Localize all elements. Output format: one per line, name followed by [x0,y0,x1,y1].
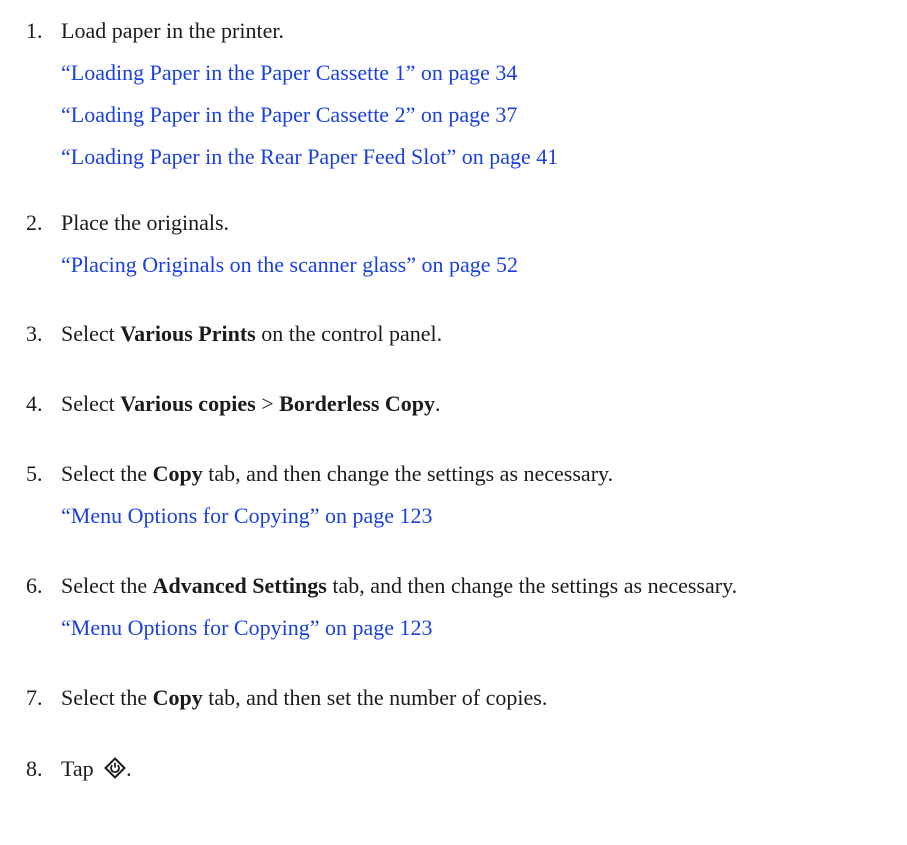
link-menu-options-copying[interactable]: “Menu Options for Copying” on page 123 [61,615,433,641]
link-paper-cassette-2[interactable]: “Loading Paper in the Paper Cassette 2” … [61,102,517,128]
text-segment: Select the [61,685,153,710]
text-segment: Select the [61,573,153,598]
text-segment: on the control panel. [255,321,443,346]
step-number: 2. [26,210,43,235]
step-text: Select Various Prints on the control pan… [61,321,442,347]
text-segment: Select the [61,461,153,486]
text-segment: tab, and then set the number of copies. [202,685,548,710]
step-number: 3. [26,321,43,346]
text-segment: Select [61,391,121,416]
step-text: Select the Copy tab, and then change the… [61,461,613,487]
step-text: Select Various copies > Borderless Copy. [61,391,441,417]
start-button-icon [104,757,127,785]
step-number: 4. [26,391,43,416]
text-segment: Select [61,321,121,346]
link-paper-cassette-1[interactable]: “Loading Paper in the Paper Cassette 1” … [61,60,517,86]
link-placing-originals[interactable]: “Placing Originals on the scanner glass”… [61,252,518,278]
ui-term-borderless-copy: Borderless Copy [279,391,435,416]
ui-term-copy: Copy [152,461,203,486]
step-number: 7. [26,685,43,710]
step-number: 5. [26,461,43,486]
link-rear-paper-feed-slot[interactable]: “Loading Paper in the Rear Paper Feed Sl… [61,144,558,170]
ui-term-advanced-settings: Advanced Settings [152,573,327,598]
step-text: Select the Copy tab, and then set the nu… [61,685,547,711]
step-number: 1. [26,18,43,43]
ui-term-various-copies: Various copies [120,391,256,416]
step-text: Load paper in the printer. [61,18,284,43]
step-number: 8. [26,756,43,781]
text-segment: tab, and then change the settings as nec… [202,461,614,486]
ui-term-copy: Copy [152,685,203,710]
step-text: Select the Advanced Settings tab, and th… [61,573,737,599]
text-segment: Tap [61,756,100,781]
link-menu-options-copying[interactable]: “Menu Options for Copying” on page 123 [61,503,433,529]
text-segment: . [435,391,441,416]
text-segment: . [126,756,132,781]
ui-term-various-prints: Various Prints [120,321,256,346]
text-segment: tab, and then change the settings as nec… [326,573,738,598]
step-number: 6. [26,573,43,598]
step-text: Tap . [61,756,132,785]
text-segment: > [255,391,280,416]
step-text: Place the originals. [61,210,230,235]
